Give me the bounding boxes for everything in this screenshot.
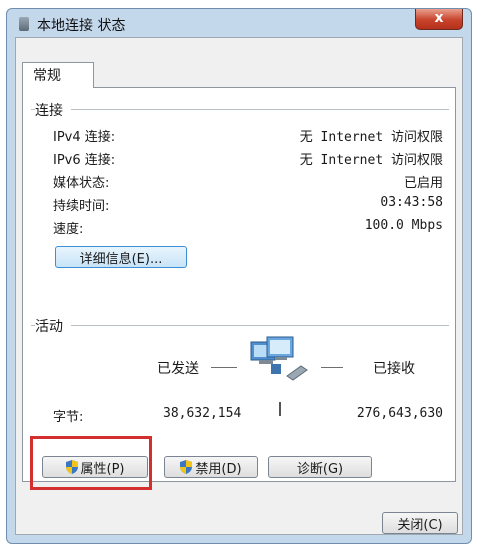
disable-button-label: 禁用(D) [195,461,242,477]
duration-value: 03:43:58 [380,195,443,210]
bytes-label: 字节: [53,410,84,425]
close-window-button[interactable]: x [415,9,463,30]
general-panel: 连接 IPv4 连接: 无 Internet 访问权限 IPv6 连接: 无 I… [22,87,456,482]
details-button[interactable]: 详细信息(E)... [55,246,187,268]
bytes-sent-value: 38,632,154 [163,406,242,421]
bytes-received-value: 276,643,630 [356,406,443,421]
ipv4-value: 无 Internet 访问权限 [299,130,443,145]
activity-divider [31,325,449,326]
uac-shield-icon [180,460,193,474]
speed-label: 速度: [53,222,84,237]
network-adapter-icon [19,17,29,31]
sent-line [211,367,237,368]
title-bar[interactable]: 本地连接 状态 x [7,9,471,39]
media-state-value: 已启用 [403,176,443,191]
speed-value: 100.0 Mbps [364,218,443,233]
sent-label: 已发送 [157,361,199,377]
ipv4-label: IPv4 连接: [53,130,116,145]
received-line [321,367,343,368]
media-state-label: 媒体状态: [53,176,110,191]
activity-divider-tick [279,402,281,416]
annotation-highlight-box [30,436,152,490]
received-label: 已接收 [373,361,415,377]
close-button[interactable]: 关闭(C) [382,512,458,534]
activity-group-title: 活动 [35,316,71,336]
connection-divider [31,109,449,110]
disable-button[interactable]: 禁用(D) [164,456,258,478]
duration-label: 持续时间: [53,199,110,214]
network-computers-icon [250,336,308,381]
connection-group-title: 连接 [35,100,71,120]
ipv6-value: 无 Internet 访问权限 [299,153,443,168]
diagnose-button[interactable]: 诊断(G) [268,456,372,478]
ipv6-label: IPv6 连接: [53,153,116,168]
window-title: 本地连接 状态 [37,18,126,34]
tab-general[interactable]: 常规 [22,62,94,88]
